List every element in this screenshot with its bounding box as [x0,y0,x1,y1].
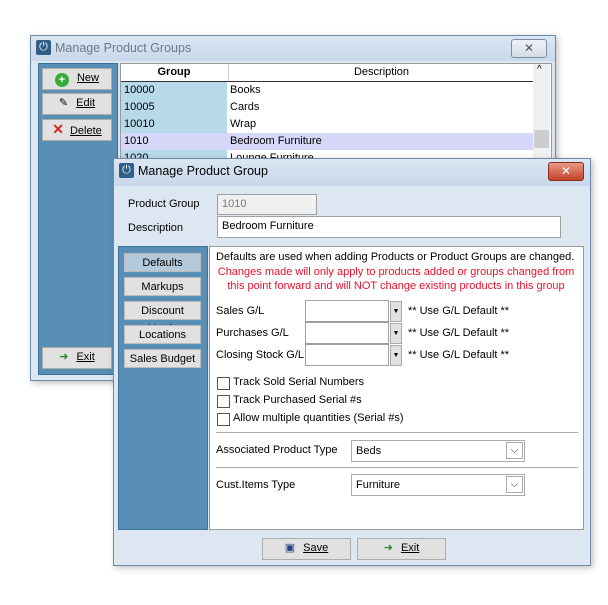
product-group-field: 1010 [217,194,317,215]
manage-product-group-dialog: ⏻ Manage Product Group ✕ Product Group 1… [113,158,591,566]
tab-markups[interactable]: Markups [124,277,201,296]
defaults-panel: Defaults are used when adding Products o… [209,246,584,530]
description-label: Description [128,222,184,234]
associated-product-type-value: Beds [356,445,382,457]
save-label: Save [303,542,329,554]
cust-items-type-value: Furniture [356,479,401,491]
window-title: Manage Product Groups [55,41,192,55]
closing-stock-gl-label: Closing Stock G/L [216,349,305,361]
new-button[interactable]: + New [42,68,112,90]
cust-items-type-label: Cust.Items Type [216,479,296,491]
chevron-down-icon: ⌵ [506,442,523,459]
edit-label: Edit [76,97,96,109]
close-button[interactable]: ✕ [548,162,584,181]
info-text: Defaults are used when adding Products o… [216,251,575,263]
product-group-label: Product Group [128,198,200,210]
allow-multiple-quantities-label: Allow multiple quantities (Serial #s) [233,412,404,424]
track-purchased-serial-label: Track Purchased Serial #s [233,394,362,406]
purchases-gl-hint: ** Use G/L Default ** [408,327,510,339]
description-cell: Cards [230,101,260,113]
exit-label: Exit [400,542,420,554]
exit-icon: ➜ [59,351,69,363]
exit-button[interactable]: ➜ Exit [42,347,112,369]
exit-button[interactable]: ➜ Exit [357,538,446,560]
sales-gl-hint: ** Use G/L Default ** [408,305,510,317]
warning-line-1: Changes made will only apply to products… [217,266,575,278]
table-row-selected[interactable]: 1010 Bedroom Furniture [121,133,533,150]
track-sold-serial-label: Track Sold Serial Numbers [233,376,365,388]
group-cell: 10010 [121,116,227,133]
scroll-up-icon[interactable]: ^ [537,64,542,75]
table-row[interactable]: 10000 Books [121,82,533,99]
power-icon: ⏻ [36,40,51,55]
description-input[interactable]: Bedroom Furniture [217,216,561,238]
chevron-down-icon: ⌵ [506,476,523,493]
group-cell: 10000 [121,82,227,99]
plus-icon: + [54,73,69,87]
closing-stock-gl-dropdown[interactable]: ▼ [390,345,402,366]
track-purchased-serial-checkbox[interactable] [217,395,230,408]
associated-product-type-select[interactable]: Beds ⌵ [351,440,525,462]
associated-product-type-label: Associated Product Type [216,444,338,456]
allow-multiple-quantities-checkbox[interactable] [217,413,230,426]
divider [216,467,578,468]
title-bar: ⏻ Manage Product Groups ✕ [31,36,555,61]
button-panel: + New ✎ Edit ✕ Delete ➜ Exit [38,63,118,375]
close-button[interactable]: ✕ [511,39,547,58]
purchases-gl-dropdown[interactable]: ▼ [390,323,402,344]
delete-label: Delete [69,125,102,137]
divider [216,432,578,433]
sales-gl-dropdown[interactable]: ▼ [390,301,402,322]
description-cell: Wrap [230,118,257,130]
tab-sales-budget[interactable]: Sales Budget [124,349,201,368]
table-row[interactable]: 10005 Cards [121,99,533,116]
tab-panel: Defaults Markups Discount Matrix Locatio… [118,246,208,530]
sales-gl-label: Sales G/L [216,305,265,317]
table-row[interactable]: 10010 Wrap [121,116,533,133]
cust-items-type-select[interactable]: Furniture ⌵ [351,474,525,496]
edit-button[interactable]: ✎ Edit [42,93,112,115]
dialog-title: Manage Product Group [138,164,268,178]
column-header-group[interactable]: Group [121,64,227,81]
warning-line-2: this point forward and will NOT change e… [227,280,565,292]
exit-label: Exit [76,351,95,363]
x-icon: ✕ [52,121,64,137]
pencil-icon: ✎ [58,97,69,109]
delete-button[interactable]: ✕ Delete [42,119,112,141]
closing-stock-gl-input[interactable] [305,344,389,366]
grid-header: Group Description [121,64,533,82]
track-sold-serial-checkbox[interactable] [217,377,230,390]
description-cell: Books [230,84,261,96]
closing-stock-gl-hint: ** Use G/L Default ** [408,349,510,361]
group-cell: 1010 [121,133,227,150]
purchases-gl-input[interactable] [305,322,389,344]
tab-locations[interactable]: Locations [124,325,201,344]
power-icon: ⏻ [119,163,134,178]
exit-icon: ➜ [383,542,393,554]
purchases-gl-label: Purchases G/L [216,327,289,339]
group-cell: 10005 [121,99,227,116]
new-label: New [76,72,99,84]
save-button[interactable]: ▣ Save [262,538,351,560]
scroll-thumb[interactable] [534,130,549,148]
column-header-description[interactable]: Description [228,64,534,81]
tab-defaults[interactable]: Defaults [124,253,201,272]
sales-gl-input[interactable] [305,300,389,322]
description-cell: Bedroom Furniture [230,135,322,147]
title-bar: ⏻ Manage Product Group ✕ [114,159,590,186]
floppy-disk-icon: ▣ [284,542,296,554]
tab-discount-matrix[interactable]: Discount Matrix [124,301,201,335]
